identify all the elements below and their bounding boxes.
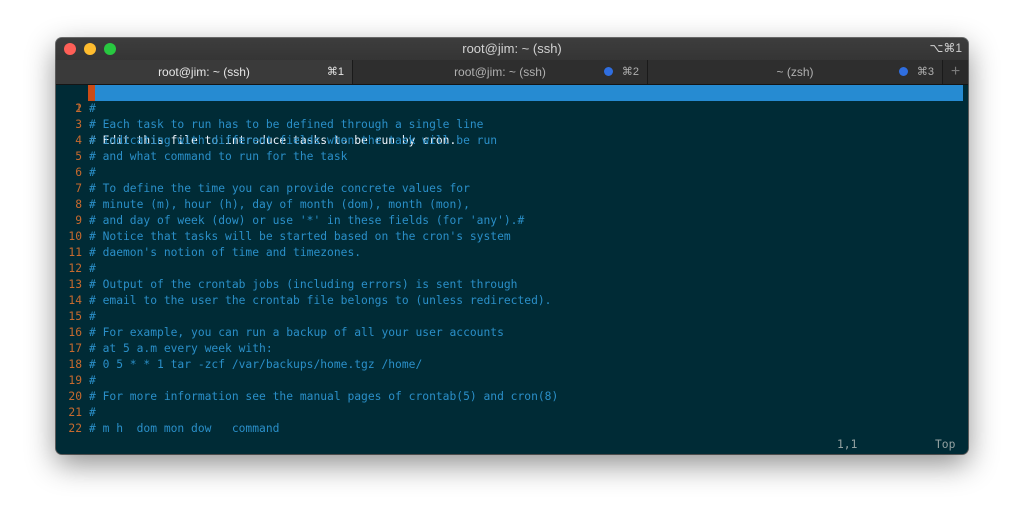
line-text: # To define the time you can provide con… [89,182,470,195]
new-tab-button[interactable]: + [943,60,968,84]
tab-3[interactable]: ~ (zsh) ⌘3 [648,60,943,84]
line-text: # [89,262,96,275]
line-number: 3 [75,118,82,131]
editor-line: 15 # [56,309,968,325]
line-number: 5 [75,150,82,163]
editor-line: 4 # indicating with different fields when… [56,133,968,149]
tab-2-shortcut: ⌘2 [621,66,639,78]
line-number: 4 [75,134,82,147]
editor-line: 18 # 0 5 * * 1 tar -zcf /var/backups/home… [56,357,968,373]
text-cursor [88,85,95,101]
line-number: 16 [68,326,82,339]
line-number: 7 [75,182,82,195]
tab-3-activity-dot-icon [899,67,908,76]
line-number: 8 [75,198,82,211]
line-number: 20 [68,390,82,403]
line-text: # 0 5 * * 1 tar -zcf /var/backups/home.t… [89,358,423,371]
editor-line: 1 # Edit this file to introduce tasks to… [56,85,968,147]
line-text: # [89,166,96,179]
editor-line: 11 # daemon's notion of time and timezone… [56,245,968,261]
line-text: # at 5 a.m every week with: [89,342,273,355]
editor-line: 22 # m h dom mon dow command [56,421,968,437]
line-number: 21 [68,406,82,419]
line-text: # Notice that tasks will be started base… [89,230,511,243]
tab-1-label: root@jim: ~ (ssh) [158,65,250,79]
vim-editor[interactable]: 1 # Edit this file to introduce tasks to… [56,85,968,454]
line-text: # email to the user the crontab file bel… [89,294,552,307]
editor-line: 9 # and day of week (dow) or use '*' in t… [56,213,968,229]
terminal-window: root@jim: ~ (ssh) ⌥⌘1 root@jim: ~ (ssh) … [56,38,968,454]
tab-1-shortcut: ⌘1 [326,66,344,78]
editor-line: 19 # [56,373,968,389]
line-text: # and what command to run for the task [89,150,348,163]
editor-line: 2 # [56,101,968,117]
line-number: 10 [68,230,82,243]
current-line-highlight [88,85,963,101]
line-text: # Output of the crontab jobs (including … [89,278,518,291]
editor-line: 6 # [56,165,968,181]
editor-line: 17 # at 5 a.m every week with: [56,341,968,357]
line-number: 22 [68,422,82,435]
line-number: 11 [68,246,82,259]
line-number: 17 [68,342,82,355]
tab-2[interactable]: root@jim: ~ (ssh) ⌘2 [353,60,648,84]
line-number: 18 [68,358,82,371]
line-text: # indicating with different fields when … [89,134,498,147]
editor-line: 3 # Each task to run has to be defined th… [56,117,968,133]
line-number: 14 [68,294,82,307]
editor-line: 5 # and what command to run for the task [56,149,968,165]
cursor-position: 1,1 [837,438,858,451]
line-text: # and day of week (dow) or use '*' in th… [89,214,525,227]
editor-line: 7 # To define the time you can provide co… [56,181,968,197]
title-bar[interactable]: root@jim: ~ (ssh) ⌥⌘1 [56,38,968,60]
tab-3-label: ~ (zsh) [776,65,814,79]
editor-line: 21 # [56,405,968,421]
line-text: # [89,374,96,387]
line-text: # m h dom mon dow command [89,422,280,435]
line-text: # minute (m), hour (h), day of month (do… [89,198,470,211]
editor-line: 10 # Notice that tasks will be started ba… [56,229,968,245]
editor-line: 8 # minute (m), hour (h), day of month (d… [56,197,968,213]
line-number: 15 [68,310,82,323]
editor-line: 13 # Output of the crontab jobs (includin… [56,277,968,293]
line-text: # [89,102,96,115]
line-text: # [89,406,96,419]
editor-line: 12 # [56,261,968,277]
line-number: 13 [68,278,82,291]
tab-1[interactable]: root@jim: ~ (ssh) ⌘1 [56,60,353,84]
line-number: 9 [75,214,82,227]
window-shortcut: ⌥⌘1 [929,41,962,55]
line-text: # For example, you can run a backup of a… [89,326,504,339]
window-title: root@jim: ~ (ssh) [462,41,562,56]
editor-line: 16 # For example, you can run a backup of… [56,325,968,341]
line-text: # Each task to run has to be defined thr… [89,118,484,131]
tab-3-shortcut: ⌘3 [916,66,934,78]
line-text: # For more information see the manual pa… [89,390,559,403]
scroll-position: Top [935,438,956,451]
tab-2-activity-dot-icon [604,67,613,76]
line-number: 2 [75,102,82,115]
line-number: 19 [68,374,82,387]
line-text: # daemon's notion of time and timezones. [89,246,362,259]
tab-2-label: root@jim: ~ (ssh) [454,65,546,79]
editor-line: 20 # For more information see the manual … [56,389,968,405]
editor-line: 14 # email to the user the crontab file b… [56,293,968,309]
line-number: 12 [68,262,82,275]
line-text: # [89,310,96,323]
tab-bar: root@jim: ~ (ssh) ⌘1 root@jim: ~ (ssh) ⌘… [56,60,968,85]
line-number: 6 [75,166,82,179]
